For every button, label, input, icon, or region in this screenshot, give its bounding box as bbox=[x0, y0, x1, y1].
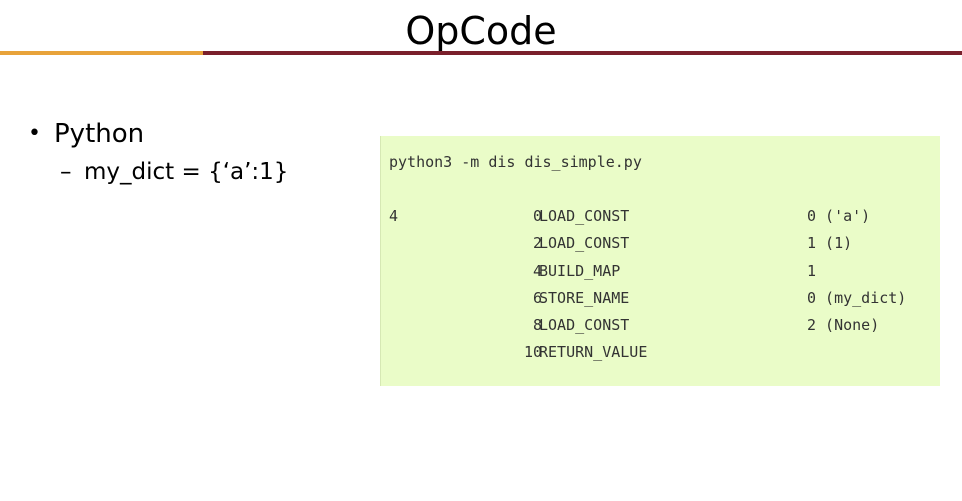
bytecode-argument: 1 bbox=[807, 261, 817, 280]
sub-bullet-dict: – my_dict = {‘a’:1} bbox=[60, 156, 288, 188]
bullet-python-text: Python bbox=[54, 119, 145, 149]
bytecode-opname: LOAD_CONST bbox=[539, 316, 630, 335]
bytecode-opname: BUILD_MAP bbox=[539, 261, 621, 280]
bytecode-opname: RETURN_VALUE bbox=[539, 343, 648, 362]
bytecode-row: 4 0 LOAD_CONST 0 ('a') bbox=[389, 203, 940, 230]
bytecode-opname: LOAD_CONST bbox=[539, 207, 630, 225]
bytecode-row: 2 LOAD_CONST 1 (1) bbox=[389, 230, 940, 257]
bytecode-offset: 8 bbox=[532, 316, 542, 335]
sub-bullet-marker: – bbox=[60, 159, 72, 185]
bytecode-opname: STORE_NAME bbox=[539, 288, 630, 307]
bytecode-offset: 0 bbox=[532, 207, 542, 225]
bytecode-offset: 2 bbox=[532, 234, 542, 253]
bytecode-opname: LOAD_CONST bbox=[539, 234, 630, 253]
bytecode-argument: 0 (my_dict) bbox=[807, 288, 907, 307]
bullet-marker: • bbox=[28, 121, 41, 146]
code-block: python3 -m dis dis_simple.py 4 0 LOAD_CO… bbox=[380, 136, 940, 386]
title-rule-maroon bbox=[203, 51, 962, 55]
bullet-python: • Python bbox=[28, 116, 288, 152]
bullet-list: • Python – my_dict = {‘a’:1} bbox=[28, 116, 288, 188]
bytecode-argument: 2 (None) bbox=[807, 316, 880, 335]
bytecode-argument: 1 (1) bbox=[807, 234, 853, 253]
slide-title: OpCode bbox=[405, 9, 557, 53]
sub-bullet-dict-text: my_dict = {‘a’:1} bbox=[84, 159, 289, 185]
bytecode-row: 10 RETURN_VALUE bbox=[389, 339, 940, 366]
bytecode-offset: 6 bbox=[532, 288, 542, 307]
bytecode-line-number: 4 bbox=[389, 207, 399, 225]
bytecode-offset: 10 bbox=[523, 343, 542, 362]
bytecode-offset: 4 bbox=[532, 261, 542, 280]
code-command: python3 -m dis dis_simple.py bbox=[389, 153, 642, 171]
bytecode-argument: 0 ('a') bbox=[807, 207, 871, 225]
bytecode-row: 6 STORE_NAME 0 (my_dict) bbox=[389, 285, 940, 312]
title-rule-orange bbox=[0, 51, 203, 55]
bytecode-row: 4 BUILD_MAP 1 bbox=[389, 258, 940, 285]
bytecode-row: 8 LOAD_CONST 2 (None) bbox=[389, 312, 940, 339]
